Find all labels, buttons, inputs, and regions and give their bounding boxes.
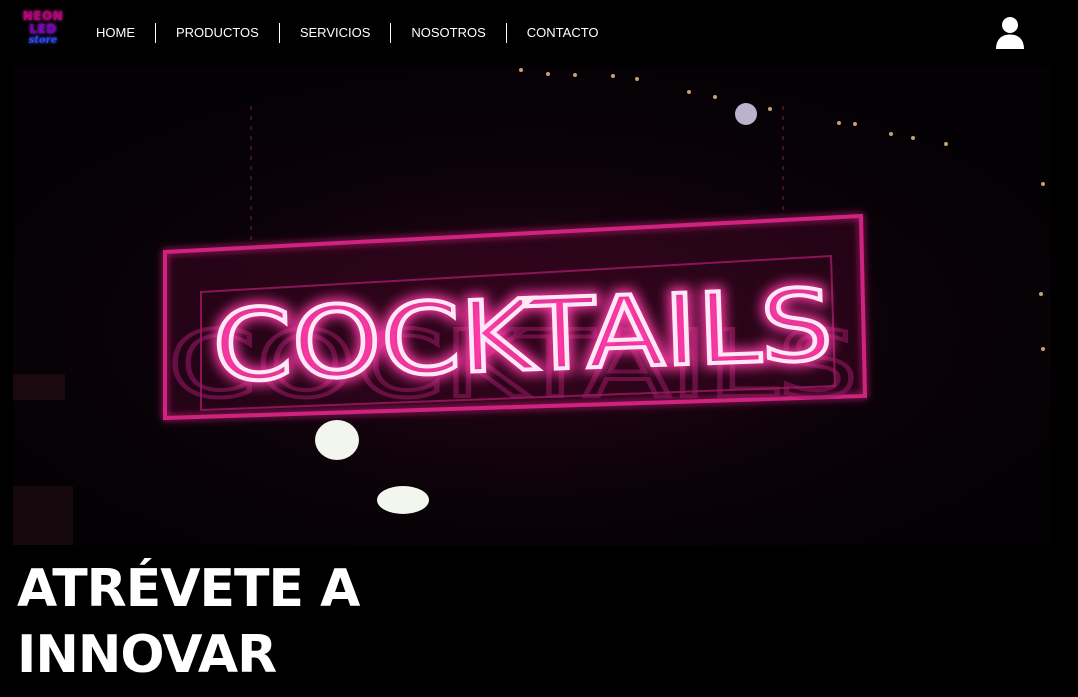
hero-banner: COCKTAILS COCKTAILS COCKTAILS <box>13 66 1051 545</box>
hero-headline: ATRÉVETE A INNOVAR <box>17 556 360 688</box>
logo-line-store: store <box>28 35 58 46</box>
cocktails-neon-sign-image: COCKTAILS COCKTAILS COCKTAILS <box>13 66 1051 545</box>
logo-line-led: LED <box>29 22 57 36</box>
sign-main-text: COCKTAILS <box>211 269 835 405</box>
bulb-light <box>315 420 359 460</box>
brand-logo[interactable]: NEON LED store <box>22 10 64 54</box>
headline-line-1: ATRÉVETE A <box>17 559 360 619</box>
nav-item-home[interactable]: HOME <box>76 22 155 44</box>
bulb-light <box>377 486 429 514</box>
user-account-button[interactable] <box>994 15 1026 51</box>
logo-line-neon: NEON <box>22 9 64 23</box>
headline-line-2: INNOVAR <box>17 625 277 685</box>
nav-item-servicios[interactable]: SERVICIOS <box>280 22 391 44</box>
nav-item-productos[interactable]: PRODUCTOS <box>156 22 279 44</box>
nav-item-contacto[interactable]: CONTACTO <box>507 22 619 44</box>
user-icon <box>996 17 1024 49</box>
top-navbar: NEON LED store HOME PRODUCTOS SERVICIOS … <box>0 0 1078 66</box>
nav-item-nosotros[interactable]: NOSOTROS <box>391 22 505 44</box>
main-menu: HOME PRODUCTOS SERVICIOS NOSOTROS CONTAC… <box>76 22 619 44</box>
moon-light <box>735 103 757 125</box>
